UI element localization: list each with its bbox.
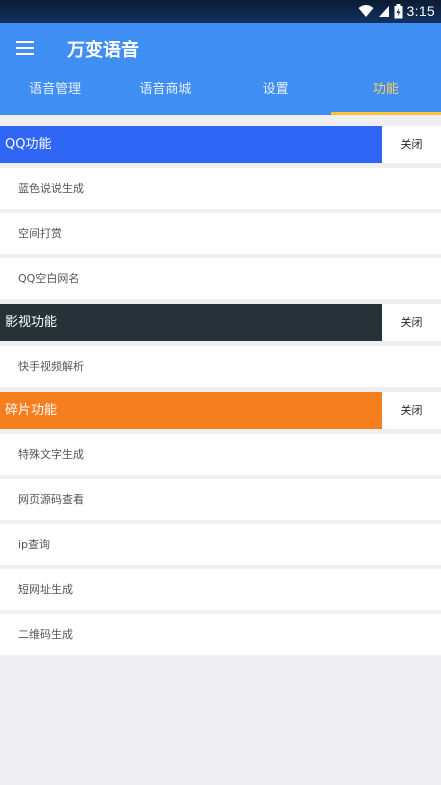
list-item[interactable]: 二维码生成	[0, 614, 441, 655]
list-item[interactable]: 蓝色说说生成	[0, 168, 441, 209]
status-bar: 3:15	[0, 0, 441, 23]
close-button[interactable]: 关闭	[382, 304, 441, 341]
list-item[interactable]: QQ空白网名	[0, 258, 441, 299]
section-header-qq: QQ功能 关闭	[0, 126, 441, 163]
app-title: 万变语音	[67, 40, 139, 61]
list-item[interactable]: 空间打赏	[0, 213, 441, 254]
list-item[interactable]: 短网址生成	[0, 569, 441, 610]
tab-settings[interactable]: 设置	[221, 77, 331, 115]
list-item[interactable]: 快手视频解析	[0, 346, 441, 387]
section-header-video: 影视功能 关闭	[0, 304, 441, 341]
hamburger-menu-icon[interactable]	[16, 39, 38, 57]
close-button[interactable]: 关闭	[382, 392, 441, 429]
list-item[interactable]: ip查询	[0, 524, 441, 565]
close-button[interactable]: 关闭	[382, 126, 441, 163]
list-item[interactable]: 特殊文字生成	[0, 434, 441, 475]
battery-icon	[394, 3, 403, 18]
section-title: QQ功能	[0, 126, 382, 163]
status-time: 3:15	[406, 3, 435, 19]
section-title: 碎片功能	[0, 392, 382, 429]
tab-functions[interactable]: 功能	[330, 77, 441, 115]
wifi-icon	[358, 5, 374, 17]
section-title: 影视功能	[0, 304, 382, 341]
list-item[interactable]: 网页源码查看	[0, 479, 441, 520]
tab-voice-store[interactable]: 语音商城	[110, 77, 220, 115]
tab-bar: 语音管理 语音商城 设置 功能	[0, 77, 441, 115]
section-header-misc: 碎片功能 关闭	[0, 392, 441, 429]
signal-icon	[378, 6, 389, 17]
app-bar: 万变语音 语音管理 语音商城 设置 功能	[0, 23, 441, 115]
tab-voice-management[interactable]: 语音管理	[0, 77, 110, 115]
